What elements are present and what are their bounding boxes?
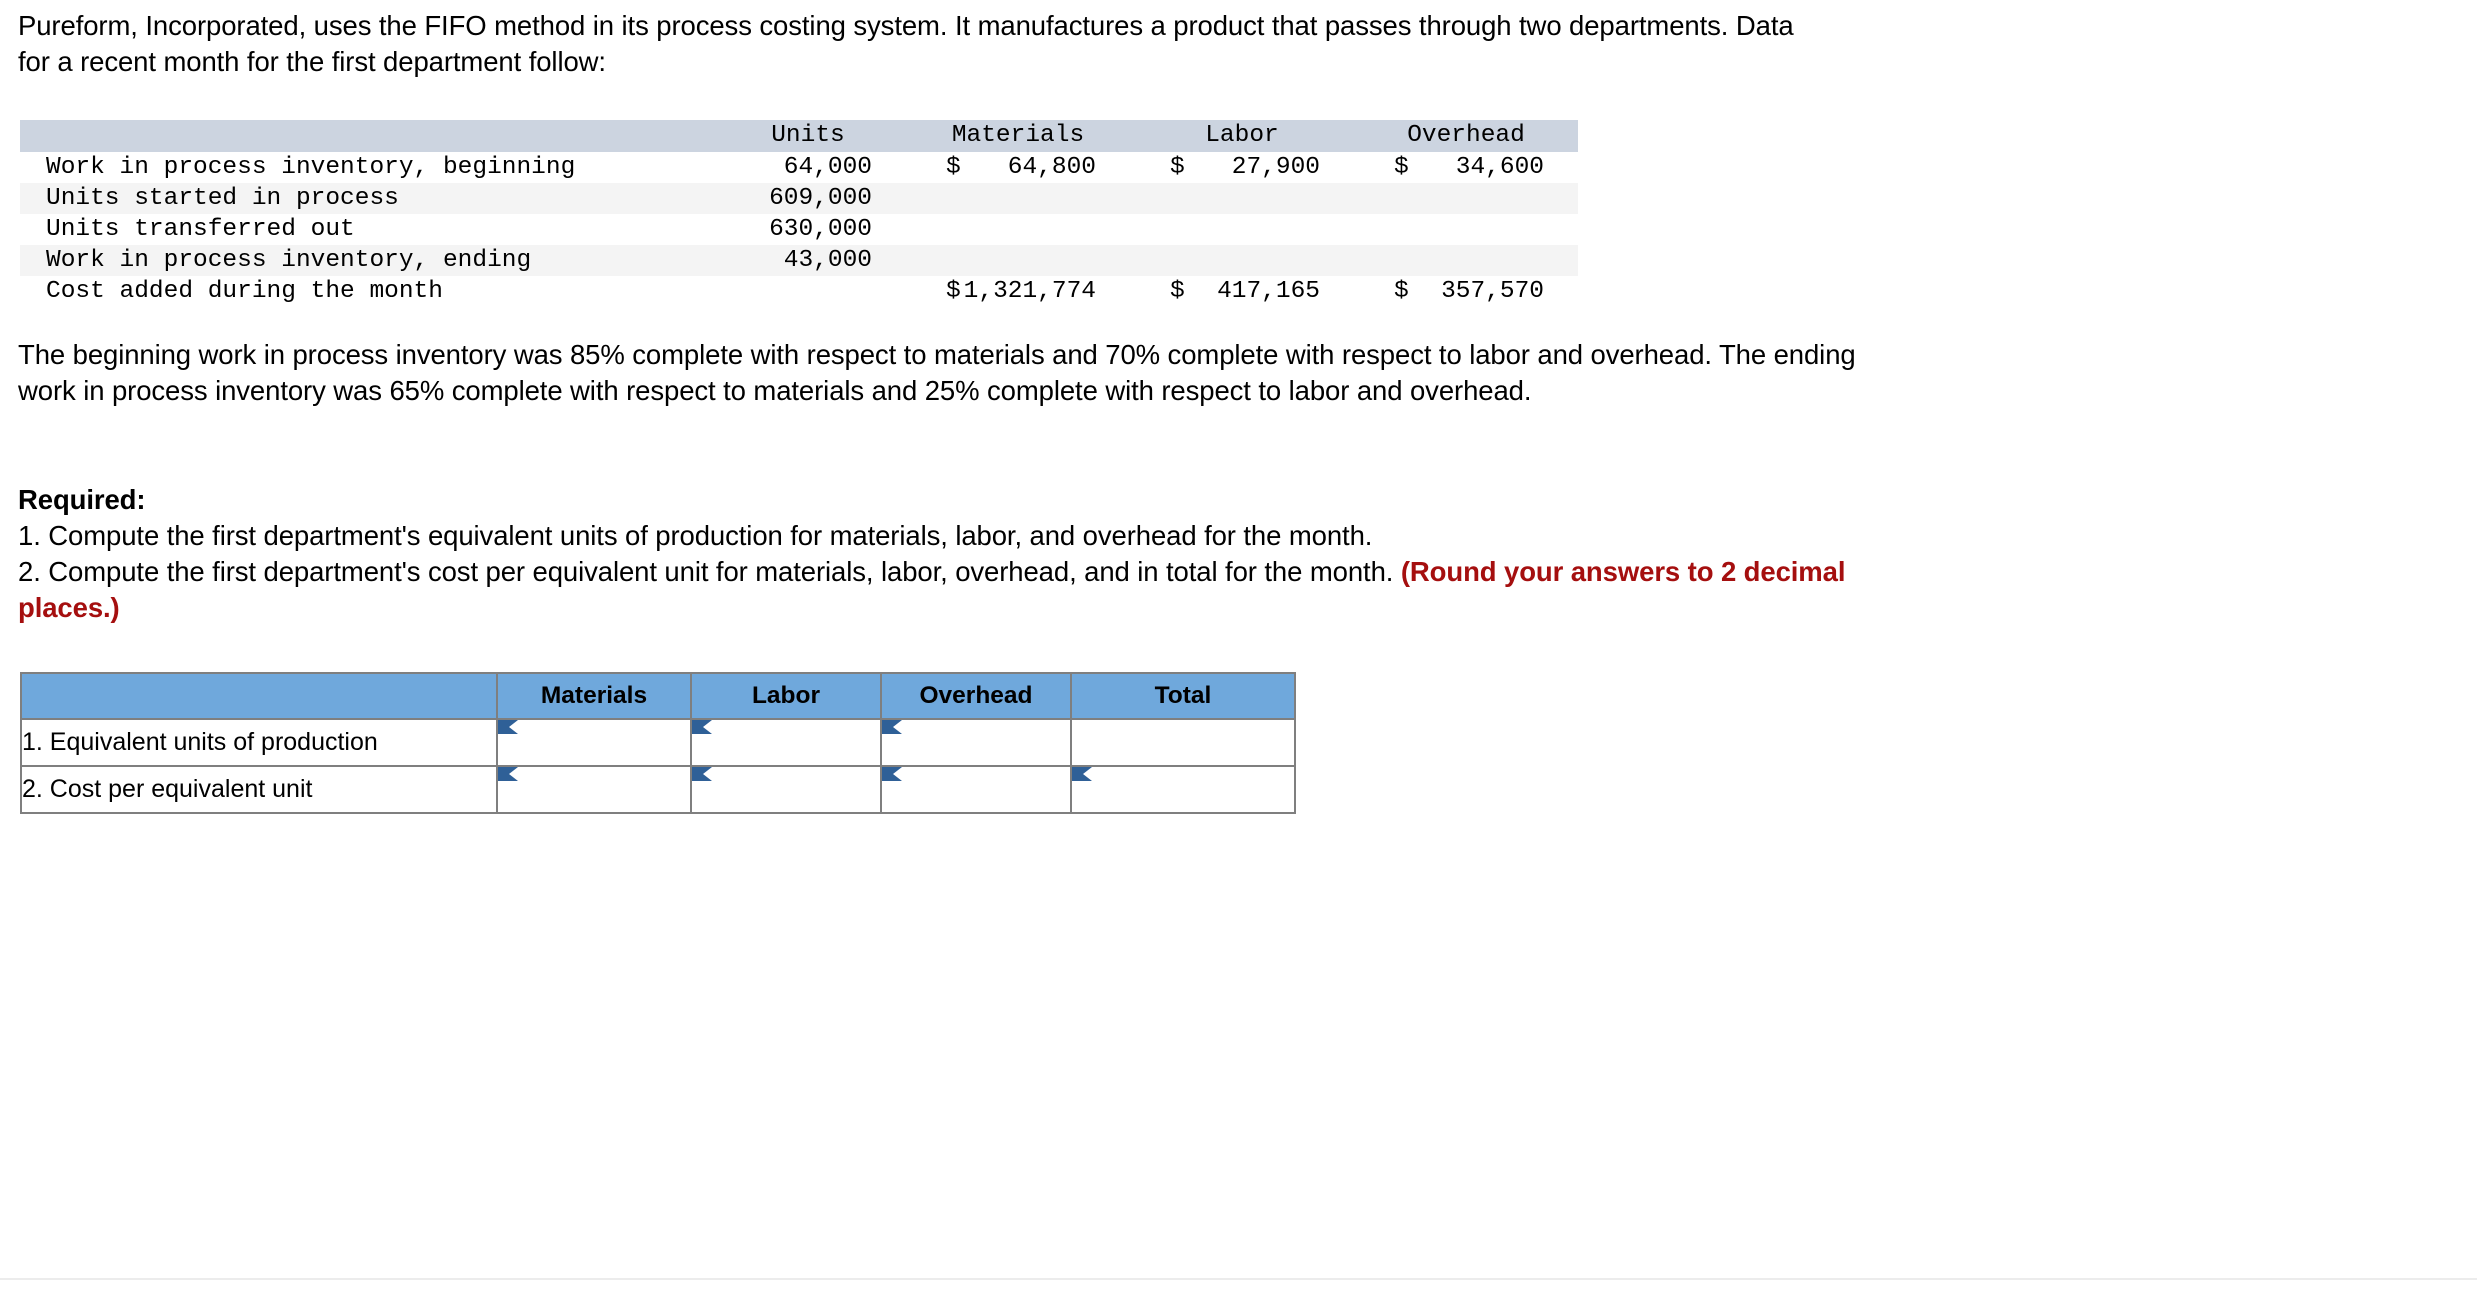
row-materials: $64,800 [906,152,1130,183]
required-item-2-text: 2. Compute the first department's cost p… [18,556,1401,587]
equivalent-units-labor-input[interactable] [705,722,877,763]
row-labor: $27,900 [1130,152,1354,183]
required-item-1: 1. Compute the first department's equiva… [18,520,1373,551]
row-label: Work in process inventory, beginning [46,154,576,181]
amount: 1,321,774 [963,278,1096,305]
row-materials: $1,321,774 [906,276,1130,307]
row-units: 43,000 [710,245,906,276]
answer-col-header-blank [20,672,498,720]
amount: 34,600 [1455,154,1544,181]
row-label: Units transferred out [46,216,355,243]
answer-table: Materials Labor Overhead Total 1. Equiva… [20,672,1296,814]
amount: 417,165 [1217,278,1320,305]
currency-symbol: $ [1170,154,1185,181]
problem-data-table-head: Units Materials Labor Overhead [20,120,1578,152]
row-label: Units started in process [20,183,710,214]
required-section: Required: 1. Compute the first departmen… [18,482,1898,626]
currency-symbol: $ [946,278,961,305]
answer-table-wrapper: Materials Labor Overhead Total 1. Equiva… [20,672,1296,814]
required-heading: Required: [18,484,146,515]
cost-per-unit-labor-input[interactable] [705,769,877,810]
answer-row-label-equivalent-units: 1. Equivalent units of production [20,718,498,767]
row-units: 630,000 [769,216,872,243]
input-cell-cost-per-unit-labor[interactable] [690,765,882,814]
answer-col-header-materials: Materials [496,672,692,720]
answer-col-header-labor: Labor [690,672,882,720]
required-item-2: 2. Compute the first department's cost p… [18,554,1898,626]
equivalent-units-overhead-input[interactable] [895,722,1067,763]
answer-cell-equivalent-units-total [1070,718,1296,767]
row-units [710,276,906,307]
row-units: 609,000 [710,183,906,214]
answer-table-body: 1. Equivalent units of production 2. Cos… [20,718,1296,814]
answer-table-head: Materials Labor Overhead Total [20,672,1296,720]
table-row: 1. Equivalent units of production [20,718,1296,767]
amount: 357,570 [1441,278,1544,305]
row-labor [1130,214,1354,245]
table-row: Work in process inventory, beginning 64,… [20,152,1578,183]
row-labor: $417,165 [1130,276,1354,307]
row-label: Cost added during the month [46,278,443,305]
table-row: Cost added during the month $1,321,774 $… [20,276,1578,307]
input-cell-equivalent-units-overhead[interactable] [880,718,1072,767]
input-cell-cost-per-unit-total[interactable] [1070,765,1296,814]
row-overhead: $357,570 [1354,276,1578,307]
problem-data-table: Units Materials Labor Overhead Work in p… [20,120,1578,307]
col-header-blank [20,120,710,152]
col-header-units: Units [710,120,906,152]
col-header-labor: Labor [1130,120,1354,152]
cost-per-unit-overhead-input[interactable] [895,769,1067,810]
bottom-divider [0,1278,2477,1280]
input-cell-cost-per-unit-overhead[interactable] [880,765,1072,814]
completion-percentages-paragraph: The beginning work in process inventory … [18,339,1856,406]
intro-paragraph: Pureform, Incorporated, uses the FIFO me… [18,10,1794,77]
answer-col-header-overhead: Overhead [880,672,1072,720]
amount: 27,900 [1231,154,1320,181]
row-overhead [1354,245,1578,276]
row-overhead: $34,600 [1354,152,1578,183]
currency-symbol: $ [1394,278,1409,305]
table-row: Units transferred out 630,000 [20,214,1578,245]
table-header-row: Units Materials Labor Overhead [20,120,1578,152]
table-row: Work in process inventory, ending 43,000 [20,245,1578,276]
equivalent-units-materials-input[interactable] [511,722,687,763]
input-cell-cost-per-unit-materials[interactable] [496,765,692,814]
problem-data-table-body: Work in process inventory, beginning 64,… [20,152,1578,307]
currency-symbol: $ [946,154,961,181]
row-materials [906,214,1130,245]
row-label: Work in process inventory, ending [20,245,710,276]
row-labor [1130,183,1354,214]
cost-per-unit-total-input[interactable] [1085,769,1291,810]
table-row: Units started in process 609,000 [20,183,1578,214]
cost-per-unit-materials-input[interactable] [511,769,687,810]
row-materials [906,183,1130,214]
table-row: 2. Cost per equivalent unit [20,765,1296,814]
col-header-materials: Materials [906,120,1130,152]
currency-symbol: $ [1394,154,1409,181]
answer-row-label-cost-per-unit: 2. Cost per equivalent unit [20,765,498,814]
answer-header-row: Materials Labor Overhead Total [20,672,1296,720]
row-labor [1130,245,1354,276]
row-overhead [1354,214,1578,245]
col-header-overhead: Overhead [1354,120,1578,152]
row-units: 64,000 [783,154,872,181]
currency-symbol: $ [1170,278,1185,305]
input-cell-equivalent-units-materials[interactable] [496,718,692,767]
worksheet-page: Pureform, Incorporated, uses the FIFO me… [0,0,2477,1290]
amount: 64,800 [1007,154,1096,181]
row-materials [906,245,1130,276]
answer-col-header-total: Total [1070,672,1296,720]
row-overhead [1354,183,1578,214]
input-cell-equivalent-units-labor[interactable] [690,718,882,767]
